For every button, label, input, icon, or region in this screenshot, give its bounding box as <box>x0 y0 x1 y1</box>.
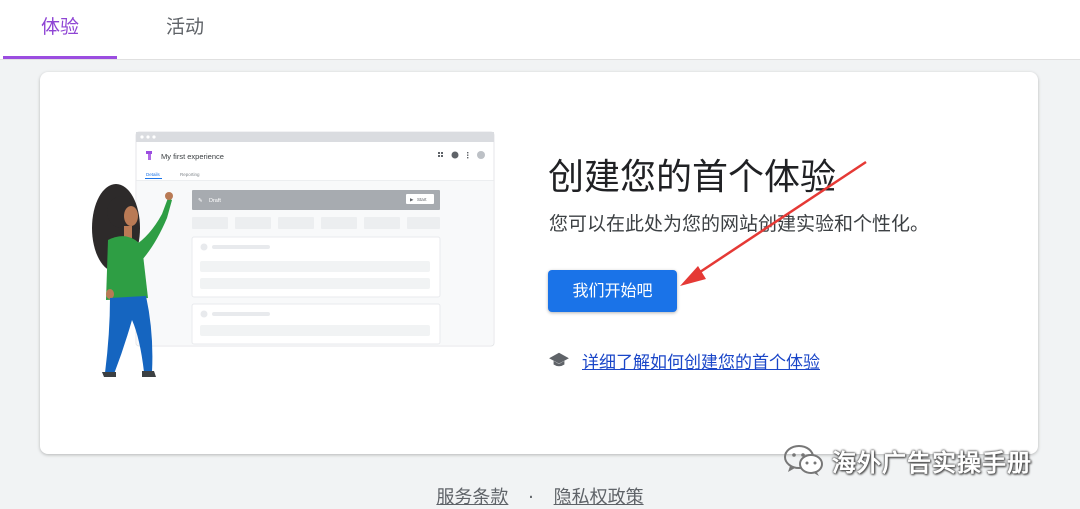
tab-experiences[interactable]: 体验 <box>3 0 117 59</box>
wechat-icon <box>784 445 823 476</box>
experience-illustration: My first experience Details Reporting ✎ … <box>92 131 495 377</box>
learn-more-link[interactable]: 详细了解如何创建您的首个体验 <box>582 348 820 373</box>
footer-separator: · <box>528 487 534 508</box>
svg-text:▶: ▶ <box>410 197 414 202</box>
illus-tab-reporting: Reporting <box>180 172 200 177</box>
tab-activity[interactable]: 活动 <box>128 0 242 56</box>
privacy-link[interactable]: 隐私权政策 <box>554 487 644 508</box>
illus-status: Draft <box>209 198 221 204</box>
illus-tab-details: Details <box>146 172 161 177</box>
illus-start: Start <box>417 197 427 202</box>
get-started-button[interactable]: 我们开始吧 <box>548 270 677 312</box>
page-subtitle: 您可以在此处为您的网站创建实验和个性化。 <box>549 213 930 235</box>
watermark-text: 海外广告实操手册 <box>832 448 1032 477</box>
page-title: 创建您的首个体验 <box>548 157 837 198</box>
learn-more-row: 详细了解如何创建您的首个体验 <box>548 347 820 373</box>
illus-window-title: My first experience <box>161 152 224 161</box>
watermark: 海外广告实操手册 <box>782 442 1032 478</box>
graduation-cap-icon <box>549 352 569 367</box>
footer: 服务条款 · 隐私权政策 <box>0 483 1080 509</box>
terms-link[interactable]: 服务条款 <box>436 487 508 508</box>
tab-bar: 体验 活动 <box>0 0 1080 60</box>
svg-text:✎: ✎ <box>198 197 203 204</box>
